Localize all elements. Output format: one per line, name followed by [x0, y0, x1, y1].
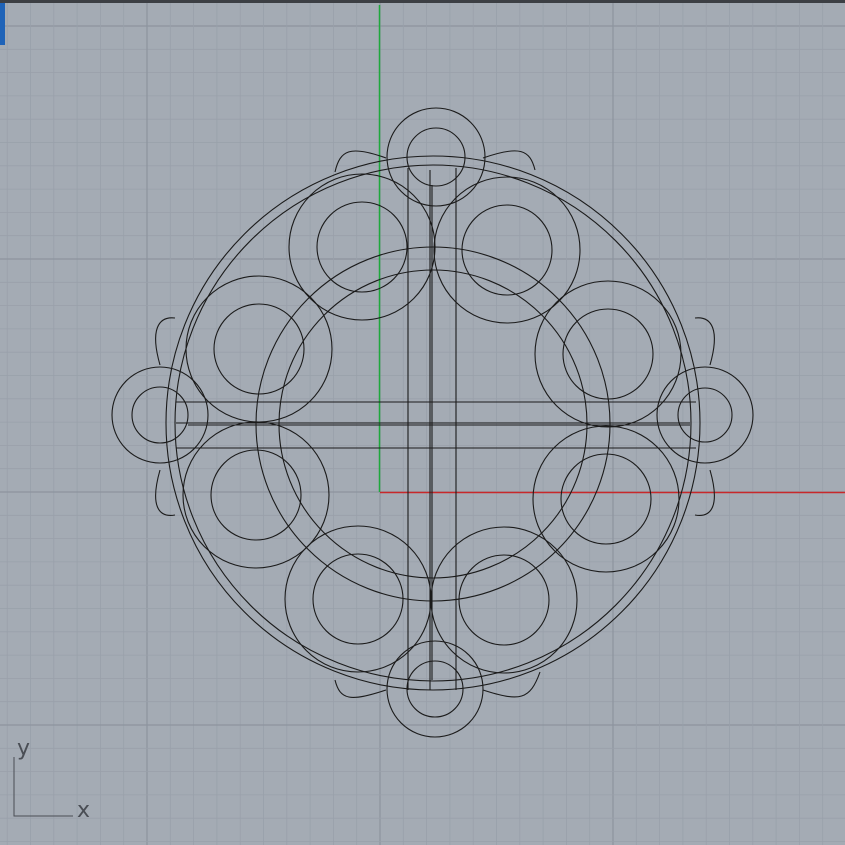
petal-fin-curve[interactable]: [334, 679, 387, 698]
bearing-drawing[interactable]: [111, 107, 754, 738]
mount-lug-outer-circle[interactable]: [386, 107, 486, 207]
ball-inner-circle[interactable]: [312, 553, 404, 645]
active-viewport-marker[interactable]: [0, 3, 5, 45]
ball-inner-circle[interactable]: [210, 449, 302, 541]
mount-lug-inner-circle[interactable]: [131, 386, 189, 444]
petal-fin-curve[interactable]: [694, 317, 715, 366]
viewport-canvas[interactable]: y x: [0, 0, 845, 845]
axis-icon-y-label: y: [17, 736, 30, 761]
ball-inner-circle[interactable]: [562, 308, 654, 400]
mount-lug-inner-circle[interactable]: [677, 387, 733, 443]
petal-fin-curve[interactable]: [155, 317, 176, 366]
ball-inner-circle[interactable]: [316, 201, 408, 293]
mount-lug-outer-circle[interactable]: [656, 366, 754, 464]
petal-fin-curve[interactable]: [482, 671, 541, 698]
petal-fin-curve[interactable]: [155, 469, 176, 516]
axis-icon: y x: [13, 736, 90, 823]
ball-inner-circle[interactable]: [461, 204, 553, 296]
inner-ring-circle[interactable]: [255, 246, 611, 602]
viewport-title-border: [0, 0, 845, 3]
perspective-viewport[interactable]: y x: [0, 0, 845, 845]
ball-inner-circle[interactable]: [560, 453, 652, 545]
axis-icon-x-label: x: [77, 798, 90, 823]
ball-inner-circle[interactable]: [213, 303, 305, 395]
